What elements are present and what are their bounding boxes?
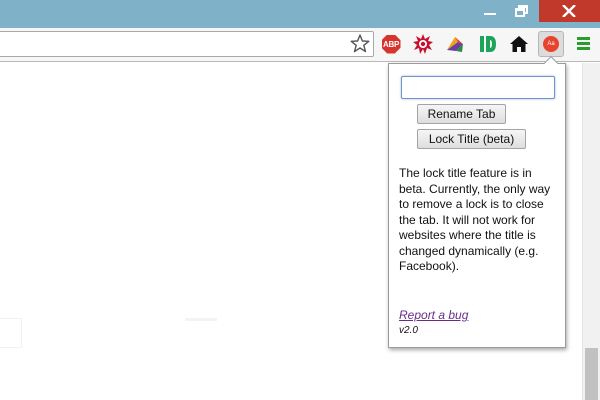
bookmark-star-icon[interactable] (350, 34, 370, 53)
extension-popup: Rename Tab Lock Title (beta) The lock ti… (388, 55, 566, 348)
browser-toolbar: ABP Aa (0, 28, 600, 62)
menu-icon-bar (577, 47, 590, 50)
rename-tab-button[interactable]: Rename Tab (417, 104, 506, 124)
menu-button[interactable] (576, 37, 592, 51)
menu-icon-bar (577, 42, 590, 45)
home-icon (510, 36, 528, 52)
ip-icon (480, 36, 496, 52)
close-icon (562, 5, 576, 17)
rename-tab-extension-icon: Aa (543, 36, 559, 52)
minimize-button[interactable] (476, 0, 504, 22)
lock-title-button[interactable]: Lock Title (beta) (417, 129, 526, 149)
burst-extension-button[interactable] (412, 33, 434, 55)
address-bar[interactable] (0, 31, 374, 57)
adblock-plus-icon: ABP (381, 34, 401, 54)
burst-icon (413, 34, 433, 54)
menu-icon (577, 37, 590, 40)
close-button[interactable] (539, 0, 600, 22)
scrollbar-thumb[interactable] (585, 348, 598, 400)
tab-title-input[interactable] (401, 76, 555, 99)
home-button[interactable] (508, 33, 530, 55)
lock-info-text: The lock title feature is in beta. Curre… (399, 166, 551, 273)
bird-extension-button[interactable] (444, 33, 466, 55)
rename-tab-extension-button[interactable]: Aa (538, 31, 564, 57)
window-titlebar (0, 0, 600, 28)
maximize-button[interactable] (507, 0, 537, 22)
minimize-icon (484, 13, 496, 15)
bird-icon (447, 37, 463, 52)
report-bug-link[interactable]: Report a bug (399, 308, 468, 322)
vertical-scrollbar[interactable] (582, 63, 600, 400)
maximize-icon-front (515, 8, 525, 17)
ip-extension-button[interactable] (477, 33, 499, 55)
faded-content (0, 318, 22, 348)
adblock-plus-button[interactable]: ABP (380, 33, 402, 55)
faded-content (185, 318, 217, 342)
version-label: v2.0 (399, 325, 418, 336)
